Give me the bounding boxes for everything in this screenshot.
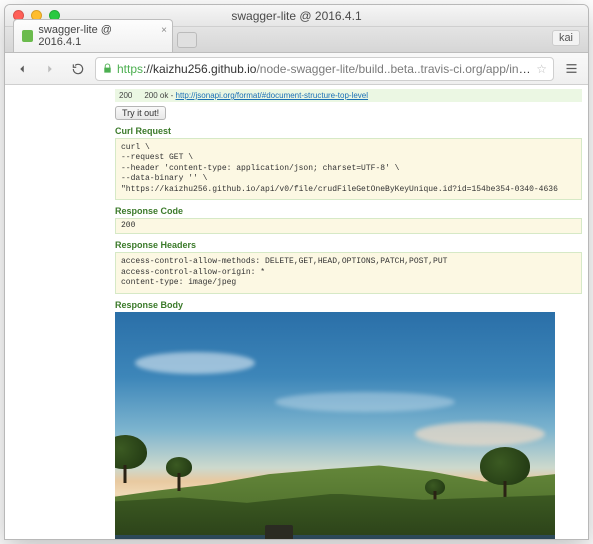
arrow-left-icon <box>15 62 29 76</box>
hamburger-icon <box>564 61 579 76</box>
landscape-image <box>115 312 555 539</box>
browser-window: swagger-lite @ 2016.4.1 swagger-lite @ 2… <box>4 4 589 540</box>
menu-button[interactable] <box>560 58 582 80</box>
response-row: 200 200 ok - http://jsonapi.org/format/#… <box>115 89 582 102</box>
try-it-out-button[interactable]: Try it out! <box>115 106 166 120</box>
tabstrip: swagger-lite @ 2016.4.1 × kai <box>5 27 588 53</box>
page-content: 200 200 ok - http://jsonapi.org/format/#… <box>5 85 588 539</box>
response-body-image <box>115 312 582 539</box>
curl-request-label: Curl Request <box>115 126 582 136</box>
back-button[interactable] <box>11 58 33 80</box>
curl-request-box[interactable]: curl \ --request GET \ --header 'content… <box>115 138 582 200</box>
response-body-label: Response Body <box>115 300 582 310</box>
profile-button[interactable]: kai <box>552 30 580 46</box>
forward-button[interactable] <box>39 58 61 80</box>
favicon <box>22 30 33 42</box>
response-code-label: Response Code <box>115 206 582 216</box>
address-bar[interactable]: https://kaizhu256.github.io/node-swagger… <box>95 57 554 81</box>
response-code-box[interactable]: 200 <box>115 218 582 234</box>
browser-tab[interactable]: swagger-lite @ 2016.4.1 × <box>13 19 173 52</box>
tab-close-icon[interactable]: × <box>161 25 167 36</box>
reload-icon <box>71 62 85 76</box>
swagger-panel: 200 200 ok - http://jsonapi.org/format/#… <box>5 85 588 539</box>
status-desc: 200 ok - http://jsonapi.org/format/#docu… <box>144 91 368 100</box>
response-headers-label: Response Headers <box>115 240 582 250</box>
new-tab-button[interactable] <box>177 32 197 48</box>
bookmark-icon[interactable]: ☆ <box>536 62 547 76</box>
response-headers-box[interactable]: access-control-allow-methods: DELETE,GET… <box>115 252 582 293</box>
spec-link[interactable]: http://jsonapi.org/format/#document-stru… <box>176 91 369 100</box>
arrow-right-icon <box>43 62 57 76</box>
lock-icon <box>102 63 113 74</box>
url-text: https://kaizhu256.github.io/node-swagger… <box>117 62 532 76</box>
tab-title: swagger-lite @ 2016.4.1 <box>38 24 152 48</box>
reload-button[interactable] <box>67 58 89 80</box>
toolbar: https://kaizhu256.github.io/node-swagger… <box>5 53 588 85</box>
status-code: 200 <box>119 91 132 100</box>
